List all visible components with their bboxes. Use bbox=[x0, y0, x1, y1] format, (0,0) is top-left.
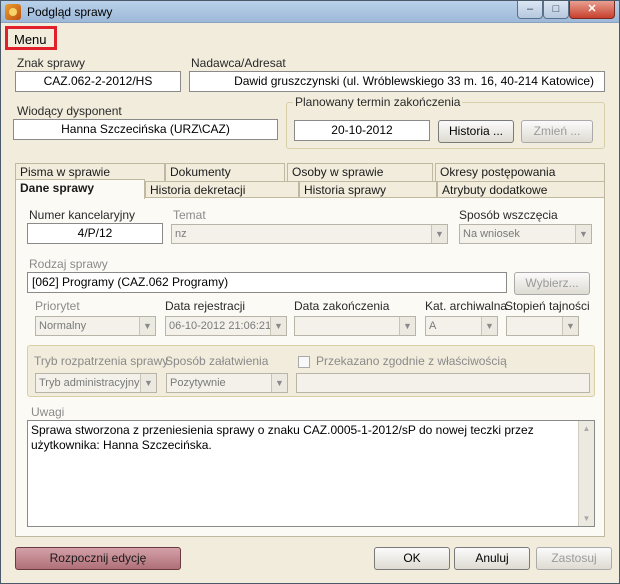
menu-button[interactable]: Menu bbox=[5, 26, 57, 50]
dysponent-label: Wiodący dysponent bbox=[17, 104, 122, 118]
sposob-select[interactable]: Na wniosek ▼ bbox=[459, 224, 592, 244]
znak-sprawy-label: Znak sprawy bbox=[17, 56, 86, 70]
priorytet-label: Priorytet bbox=[35, 299, 80, 313]
tab-dokumenty[interactable]: Dokumenty bbox=[165, 163, 285, 181]
sposob-value: Na wniosek bbox=[463, 228, 520, 240]
przekazano-label: Przekazano zgodnie z właściwością bbox=[316, 354, 507, 368]
tab-dane-sprawy[interactable]: Dane sprawy bbox=[15, 179, 145, 199]
temat-label: Temat bbox=[173, 208, 206, 222]
uwagi-textarea[interactable]: Sprawa stworzona z przeniesienia sprawy … bbox=[27, 420, 595, 527]
uwagi-scrollbar[interactable]: ▲ ▼ bbox=[578, 421, 594, 526]
chevron-down-icon: ▼ bbox=[562, 317, 578, 335]
tab-osoby[interactable]: Osoby w sprawie bbox=[287, 163, 433, 181]
nadawca-label: Nadawca/Adresat bbox=[191, 56, 286, 70]
uwagi-text: Sprawa stworzona z przeniesienia sprawy … bbox=[31, 423, 534, 452]
chevron-down-icon: ▼ bbox=[270, 317, 286, 335]
zmien-button[interactable]: Zmień ... bbox=[521, 120, 593, 143]
kat-archiwalna-label: Kat. archiwalna bbox=[425, 299, 508, 313]
tryb-value: Tryb administracyjny bbox=[39, 377, 140, 389]
stopien-tajnosci-select[interactable]: ▼ bbox=[506, 316, 579, 336]
historia-button[interactable]: Historia ... bbox=[438, 120, 514, 143]
data-zakonczenia-select[interactable]: ▼ bbox=[294, 316, 416, 336]
stopien-tajnosci-label: Stopień tajności bbox=[505, 299, 590, 313]
ok-button[interactable]: OK bbox=[374, 547, 450, 570]
termin-group: Planowany termin zakończenia 20-10-2012 … bbox=[286, 95, 605, 149]
priorytet-select[interactable]: Normalny ▼ bbox=[35, 316, 156, 336]
chevron-down-icon: ▼ bbox=[575, 225, 591, 243]
zalatwienia-value: Pozytywnie bbox=[170, 377, 226, 389]
znak-sprawy-field[interactable]: CAZ.062-2-2012/HS bbox=[15, 71, 181, 92]
anuluj-button[interactable]: Anuluj bbox=[454, 547, 530, 570]
nadawca-field[interactable]: Dawid gruszczynski (ul. Wróblewskiego 33… bbox=[189, 71, 605, 92]
scroll-down-icon[interactable]: ▼ bbox=[579, 511, 594, 526]
numer-field[interactable]: 4/P/12 bbox=[27, 223, 163, 244]
close-button[interactable]: ✕ bbox=[569, 1, 615, 19]
scroll-up-icon[interactable]: ▲ bbox=[579, 421, 594, 436]
data-rejestracji-label: Data rejestracji bbox=[165, 299, 246, 313]
priorytet-value: Normalny bbox=[39, 320, 87, 332]
tryb-label: Tryb rozpatrzenia sprawy bbox=[34, 354, 169, 368]
uwagi-label: Uwagi bbox=[31, 405, 65, 419]
chevron-down-icon: ▼ bbox=[139, 317, 155, 335]
data-zakonczenia-label: Data zakończenia bbox=[294, 299, 390, 313]
rodzaj-label: Rodzaj sprawy bbox=[29, 257, 108, 271]
przekazano-field[interactable] bbox=[296, 373, 590, 393]
data-rejestracji-select[interactable]: 06-10-2012 21:06:21 ▼ bbox=[165, 316, 287, 336]
menu-bar: Menu bbox=[1, 24, 619, 50]
title-bar[interactable]: Podgląd sprawy – □ ✕ bbox=[1, 1, 619, 23]
sposob-label: Sposób wszczęcia bbox=[459, 208, 558, 222]
dysponent-field[interactable]: Hanna Szczecińska (URZ\CAZ) bbox=[13, 119, 278, 140]
maximize-button[interactable]: □ bbox=[543, 1, 569, 19]
chevron-down-icon: ▼ bbox=[481, 317, 497, 335]
chevron-down-icon: ▼ bbox=[271, 374, 287, 392]
rozpatrzenie-group: Tryb rozpatrzenia sprawy Tryb administra… bbox=[27, 345, 595, 397]
temat-select[interactable]: nz ▼ bbox=[171, 224, 448, 244]
chevron-down-icon: ▼ bbox=[399, 317, 415, 335]
data-rejestracji-value: 06-10-2012 21:06:21 bbox=[169, 320, 272, 332]
numer-label: Numer kancelaryjny bbox=[29, 208, 136, 222]
tab-okresy[interactable]: Okresy postępowania bbox=[435, 163, 605, 181]
app-icon bbox=[5, 4, 21, 20]
termin-field[interactable]: 20-10-2012 bbox=[294, 120, 430, 141]
termin-label: Planowany termin zakończenia bbox=[293, 95, 463, 109]
kat-archiwalna-value: A bbox=[429, 320, 437, 332]
tryb-select[interactable]: Tryb administracyjny ▼ bbox=[35, 373, 157, 393]
rodzaj-field[interactable]: [062] Programy (CAZ.062 Programy) bbox=[27, 272, 507, 293]
rozpocznij-edycje-button[interactable]: Rozpocznij edycję bbox=[15, 547, 181, 570]
chevron-down-icon: ▼ bbox=[431, 225, 447, 243]
zalatwienia-label: Sposób załatwienia bbox=[165, 354, 269, 368]
chevron-down-icon: ▼ bbox=[140, 374, 156, 392]
dialog-window: Podgląd sprawy – □ ✕ Menu Znak sprawy CA… bbox=[0, 0, 620, 584]
zalatwienia-select[interactable]: Pozytywnie ▼ bbox=[166, 373, 288, 393]
minimize-button[interactable]: – bbox=[517, 1, 543, 19]
temat-value: nz bbox=[175, 228, 187, 240]
zastosuj-button[interactable]: Zastosuj bbox=[536, 547, 612, 570]
window-title: Podgląd sprawy bbox=[27, 5, 113, 19]
wybierz-button[interactable]: Wybierz... bbox=[514, 272, 590, 295]
przekazano-checkbox[interactable] bbox=[298, 356, 310, 368]
kat-archiwalna-select[interactable]: A ▼ bbox=[425, 316, 498, 336]
